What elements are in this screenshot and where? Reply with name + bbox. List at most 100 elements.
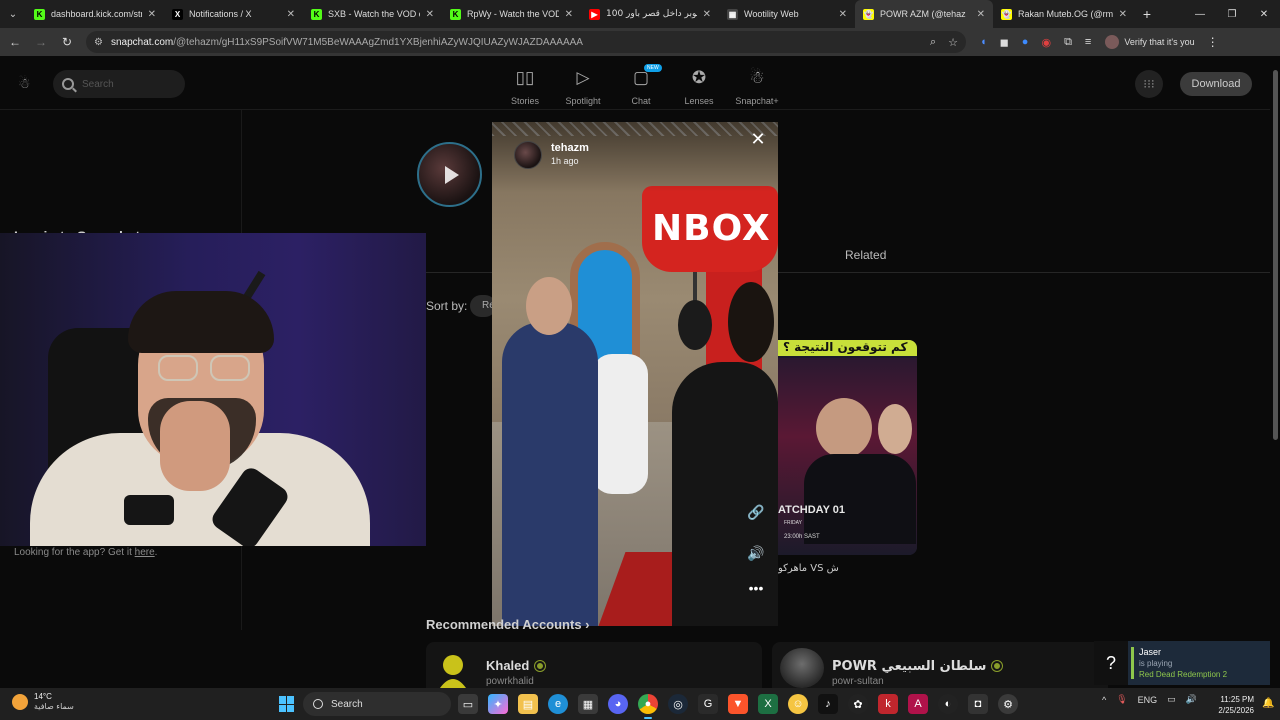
taskbar-search[interactable]: Search <box>303 692 451 716</box>
browser-tab[interactable]: X Notifications / X ✕ <box>164 0 303 28</box>
play-icon <box>444 165 459 184</box>
browser-tab[interactable]: ▶ 100 يوتيوبر داخل قصر باور ✕ <box>581 0 719 28</box>
forward-button[interactable]: → <box>30 35 52 49</box>
bookmark-star-icon[interactable]: ☆ <box>948 36 958 49</box>
scrollbar-thumb[interactable] <box>1273 70 1278 440</box>
zoom-icon[interactable]: ⌕ <box>930 36 936 49</box>
media-control-icon[interactable]: ≡ <box>1085 36 1091 49</box>
app-g-icon[interactable]: G <box>698 694 718 714</box>
app-mask-icon[interactable]: ◘ <box>968 694 988 714</box>
copilot-icon[interactable]: ✦ <box>488 694 508 714</box>
notification-bell-icon[interactable]: 🔔 <box>1262 698 1274 709</box>
story-user-avatar[interactable] <box>514 141 542 169</box>
nav-chat[interactable]: ▢ NEW Chat <box>612 64 670 106</box>
account-card[interactable]: POWR سلطان السبيعي powr-sultan <box>772 642 1108 688</box>
main-nav: ▯▯ Stories ▷ Spotlight ▢ NEW Chat ✪ Lens… <box>496 64 786 106</box>
store-icon[interactable]: ▦ <box>578 694 598 714</box>
tab-close-icon[interactable]: ✕ <box>565 9 573 20</box>
profile-story-avatar[interactable] <box>417 142 482 207</box>
discord-icon[interactable]: ◕ <box>608 694 628 714</box>
get-app-link[interactable]: here <box>135 547 155 558</box>
story-sound-icon[interactable]: 🔊 <box>744 541 768 565</box>
browser-tab[interactable]: 👻 Rakan Muteb.OG (@rms ✕ <box>993 0 1135 28</box>
tab-close-icon[interactable]: ✕ <box>703 9 711 20</box>
tab-search-button[interactable]: ⌄ <box>0 0 26 28</box>
close-window-button[interactable]: ✕ <box>1248 0 1280 28</box>
app-pink-icon[interactable]: A <box>908 694 928 714</box>
browser-menu-icon[interactable]: ⋮ <box>1207 35 1219 49</box>
extension-blue-icon[interactable]: ● <box>1022 36 1029 49</box>
extension-sound-icon[interactable]: ◖ <box>980 36 987 49</box>
related-card-caption[interactable]: ماهركو VS ش <box>778 563 839 574</box>
openai-icon[interactable]: ✿ <box>848 694 868 714</box>
network-icon[interactable]: ▭ <box>1167 694 1176 705</box>
tab-title: dashboard.kick.com/strea <box>51 9 142 19</box>
browser-tab[interactable]: K RpWy - Watch the VOD o ✕ <box>442 0 581 28</box>
story-person-white <box>592 354 648 494</box>
nav-stories[interactable]: ▯▯ Stories <box>496 68 554 106</box>
taskbar-clock[interactable]: 11:25 PM 2/25/2026 <box>1212 694 1254 716</box>
snapchat-ghost-icon[interactable]: ☃ <box>18 75 34 91</box>
minimize-button[interactable]: — <box>1184 0 1216 28</box>
webcam-person-hand <box>160 401 230 491</box>
app-red-icon[interactable]: k <box>878 694 898 714</box>
story-close-icon[interactable]: ✕ <box>748 130 768 150</box>
browser-tab[interactable]: Kdashboard.kick.com/strea ✕ <box>26 0 164 28</box>
steam-icon[interactable]: ◎ <box>668 694 688 714</box>
language-indicator[interactable]: ENG <box>1138 695 1158 705</box>
restore-button[interactable]: ❐ <box>1216 0 1248 28</box>
tray-overflow-icon[interactable]: ^ <box>1102 695 1106 705</box>
tab-close-icon[interactable]: ✕ <box>287 9 295 20</box>
brave-icon[interactable]: ▼ <box>728 694 748 714</box>
recommended-accounts-heading[interactable]: Recommended Accounts › <box>426 617 590 632</box>
story-more-icon[interactable]: ••• <box>744 576 768 600</box>
tab-close-icon[interactable]: ✕ <box>977 9 985 20</box>
story-link-icon[interactable]: 🔗 <box>744 500 768 524</box>
new-tab-button[interactable]: + <box>1135 6 1159 22</box>
account-card[interactable]: Khaled powrkhalid <box>426 642 762 688</box>
reload-button[interactable]: ↻ <box>56 35 78 49</box>
address-bar[interactable]: ⚙ snapchat.com /@tehazm/gH11xS9PSoifVW71… <box>86 31 966 53</box>
download-button[interactable]: Download <box>1180 72 1252 96</box>
emoji-app-icon[interactable]: ☺ <box>788 694 808 714</box>
tiktok-icon[interactable]: ♪ <box>818 694 838 714</box>
settings-icon[interactable]: ⚙ <box>998 694 1018 714</box>
tab-close-icon[interactable]: ✕ <box>839 9 847 20</box>
start-button[interactable] <box>279 696 295 712</box>
apps-grid-icon[interactable]: ⁝⁝⁝ <box>1135 70 1163 98</box>
related-video-card[interactable]: ATCHDAY 01 FRIDAY 23:00h SAST <box>778 340 917 555</box>
chrome-icon[interactable]: ● <box>638 694 658 719</box>
tab-close-icon[interactable]: ✕ <box>1119 9 1127 20</box>
microphone-icon[interactable]: 🎙 <box>1116 694 1127 705</box>
tab-close-icon[interactable]: ✕ <box>148 9 156 20</box>
file-explorer-icon[interactable]: ▤ <box>518 694 538 714</box>
nav-spotlight[interactable]: ▷ Spotlight <box>554 68 612 106</box>
browser-tab[interactable]: K SXB - Watch the VOD on ✕ <box>303 0 442 28</box>
extension-chat-icon[interactable]: ◼ <box>1000 36 1009 49</box>
site-info-icon[interactable]: ⚙ <box>94 37 103 48</box>
tab-related[interactable]: Related <box>845 248 886 262</box>
story-person-jacket-head <box>728 282 774 362</box>
excel-icon[interactable]: X <box>758 694 778 714</box>
nav-snapchat-plus[interactable]: ☃ Snapchat+ <box>728 68 786 106</box>
profile-button[interactable]: Verify that it's you <box>1105 35 1195 49</box>
volume-icon[interactable]: 🔊 <box>1186 694 1197 705</box>
browser-tab[interactable]: ▦ Wootility Web ✕ <box>719 0 855 28</box>
weather-widget[interactable]: 14°C سماء صافية <box>12 692 74 712</box>
extension-red-icon[interactable]: ◉ <box>1041 36 1051 49</box>
thumbnail-time: 23:00h SAST <box>784 534 820 540</box>
nav-lenses[interactable]: ✪ Lenses <box>670 68 728 106</box>
extensions-puzzle-icon[interactable]: ⧉ <box>1064 36 1072 49</box>
steam-notification[interactable]: ? Jaser is playing Red Dead Redemption 2 <box>1094 641 1270 685</box>
browser-tab[interactable]: 👻 POWR AZM (@tehaz ✕ <box>855 0 993 28</box>
story-username[interactable]: tehazm <box>551 142 589 154</box>
app-dark-icon[interactable]: ◐ <box>938 694 958 714</box>
tab-favicon-icon: K <box>450 8 461 20</box>
task-view-icon[interactable]: ▭ <box>458 694 478 714</box>
page-scrollbar[interactable] <box>1272 58 1279 688</box>
tab-close-icon[interactable]: ✕ <box>426 9 434 20</box>
edge-icon[interactable]: e <box>548 694 568 714</box>
back-button[interactable]: ← <box>4 35 26 49</box>
story-viewer[interactable]: NBOX <box>492 122 778 626</box>
search-input[interactable]: Search <box>53 70 185 98</box>
